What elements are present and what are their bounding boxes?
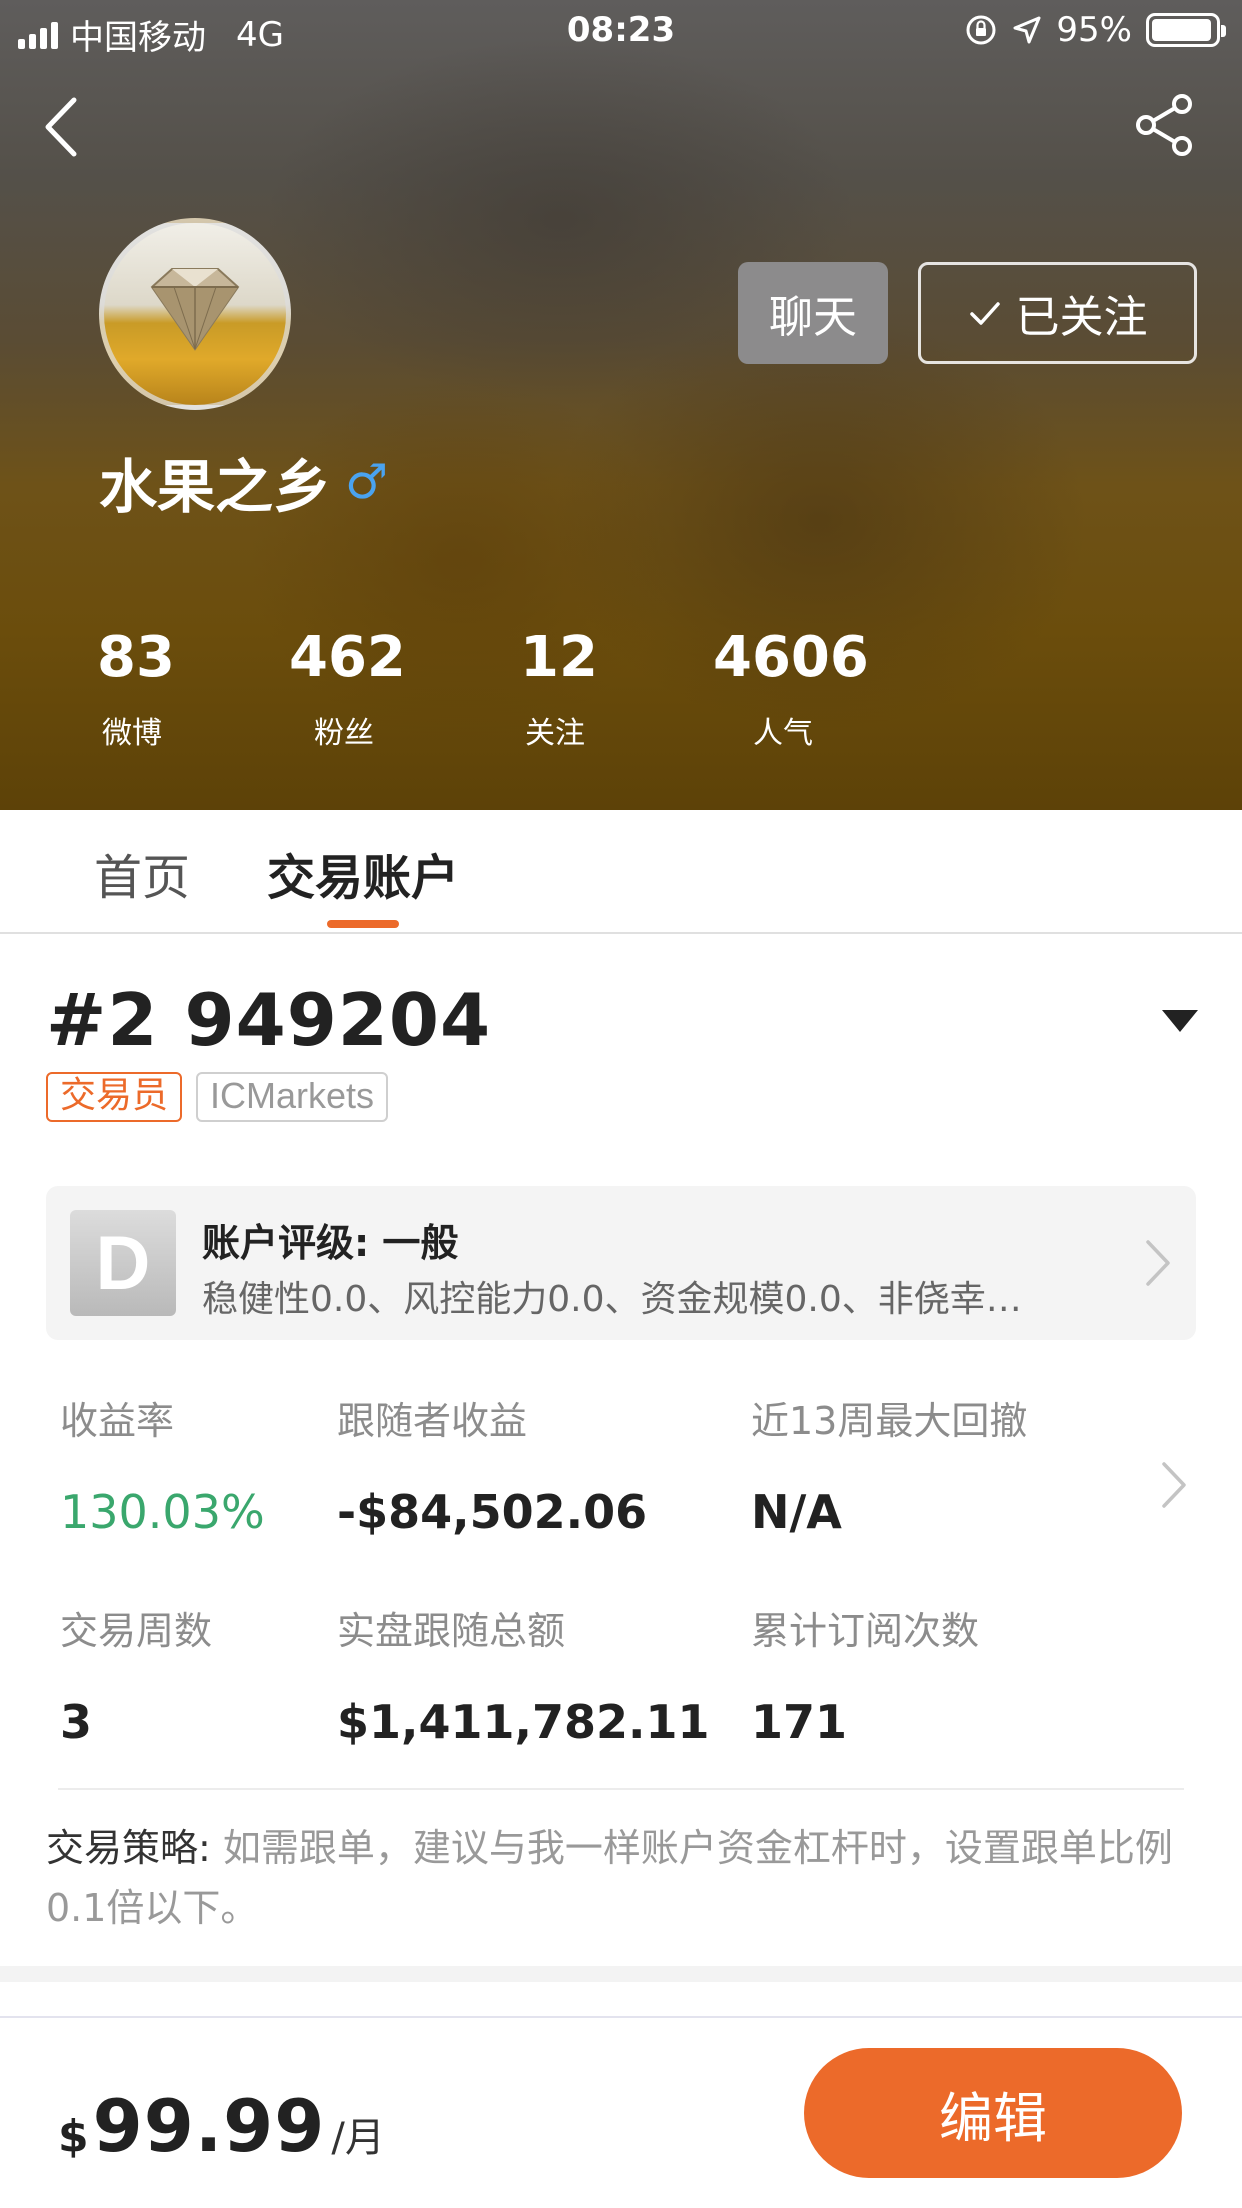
metric-value: N/A [751, 1485, 842, 1539]
orientation-lock-icon [966, 15, 996, 45]
stat-value: 4606 [713, 625, 869, 690]
stat-label: 人气 [753, 716, 813, 751]
broker-tag: ICMarkets [196, 1072, 389, 1122]
metric-label: 近13周最大回撤 [751, 1399, 1028, 1443]
profile-stats: 83 微博 462 粉丝 12 关注 4606 人气 [0, 630, 900, 770]
tab-trading-account[interactable]: 交易账户 [267, 838, 459, 908]
chevron-right-icon[interactable] [1160, 1460, 1188, 1510]
metric-follower-profit: 跟随者收益 -$84,502.06 [337, 1390, 647, 1539]
metric-value: -$84,502.06 [337, 1485, 648, 1539]
status-right: 95% [964, 10, 1226, 50]
metric-label: 收益率 [60, 1399, 175, 1443]
account-tags: 交易员 ICMarkets [46, 1072, 389, 1122]
metric-label: 实盘跟随总额 [337, 1609, 566, 1653]
stat-popularity[interactable]: 4606 人气 [713, 625, 869, 752]
rating-grade-badge: D [70, 1210, 176, 1316]
metric-value: 171 [751, 1695, 848, 1749]
metric-max-drawdown: 近13周最大回撤 N/A [751, 1390, 1027, 1539]
role-tag: 交易员 [46, 1072, 183, 1122]
metric-subscription-count: 累计订阅次数 171 [751, 1600, 979, 1749]
back-arrow-icon[interactable] [38, 92, 88, 162]
metric-return-rate: 收益率 130.03% [60, 1390, 265, 1539]
subscription-price: $ 99.99 /月 [58, 2084, 385, 2168]
stat-label: 粉丝 [314, 716, 374, 751]
stat-value: 12 [520, 625, 598, 690]
metric-trading-weeks: 交易周数 3 [60, 1600, 212, 1749]
tab-home[interactable]: 首页 [94, 838, 190, 908]
stat-label: 微博 [102, 716, 162, 751]
metric-label: 跟随者收益 [337, 1399, 528, 1443]
chevron-right-icon [1146, 1240, 1170, 1286]
metric-label: 累计订阅次数 [751, 1609, 980, 1653]
divider [58, 1788, 1184, 1790]
share-icon[interactable] [1132, 92, 1198, 158]
price-amount: 99.99 [92, 2084, 326, 2168]
status-bar: 中国移动 4G 08:23 95% [0, 0, 1242, 62]
metric-value: 130.03% [60, 1485, 265, 1539]
active-tab-indicator [327, 920, 399, 928]
rating-description: 稳健性0.0、风控能力0.0、资金规模0.0、非侥幸… [202, 1279, 1022, 1320]
price-currency: $ [58, 2111, 89, 2162]
follow-label: 已关注 [1015, 292, 1148, 343]
strategy-text: 如需跟单，建议与我一样账户资金杠杆时，设置跟单比例0.1倍以下。 [46, 1826, 1173, 1930]
battery-icon [1146, 13, 1226, 47]
strategy-label: 交易策略: [46, 1826, 211, 1870]
location-icon [1013, 16, 1041, 44]
bottom-bar: $ 99.99 /月 编辑 [0, 2016, 1242, 2208]
stat-value: 83 [97, 625, 175, 690]
metric-label: 交易周数 [60, 1609, 213, 1653]
trading-strategy: 交易策略: 如需跟单，建议与我一样账户资金杠杆时，设置跟单比例0.1倍以下。 [46, 1818, 1196, 1938]
check-icon [969, 302, 1000, 325]
metric-value: 3 [60, 1695, 93, 1749]
battery-percent: 95% [1056, 10, 1132, 50]
follow-button[interactable]: 已关注 [918, 262, 1197, 364]
stat-label: 关注 [525, 716, 585, 751]
user-name: 水果之乡 ♂ [99, 440, 388, 524]
account-metrics[interactable]: 收益率 130.03% 跟随者收益 -$84,502.06 近13周最大回撤 N… [0, 1390, 1242, 1760]
stat-fans[interactable]: 462 粉丝 [289, 625, 406, 752]
user-name-text: 水果之乡 [99, 453, 332, 521]
rating-title: 账户评级: 一般 [202, 1221, 459, 1265]
stat-weibo[interactable]: 83 微博 [97, 625, 175, 752]
metric-value: $1,411,782.11 [337, 1695, 710, 1749]
section-gap [0, 1966, 1242, 1982]
avatar[interactable] [99, 218, 291, 410]
male-icon: ♂ [345, 454, 389, 510]
battery-fill [1152, 19, 1211, 41]
metric-total-follow-amount: 实盘跟随总额 $1,411,782.11 [337, 1600, 710, 1749]
edit-button[interactable]: 编辑 [804, 2048, 1182, 2178]
stat-following[interactable]: 12 关注 [520, 625, 598, 752]
price-period: /月 [331, 2115, 385, 2161]
stat-value: 462 [289, 625, 406, 690]
account-title: #2 949204 [46, 978, 492, 1062]
caret-down-icon[interactable] [1162, 1010, 1198, 1032]
account-rating-card[interactable]: D 账户评级: 一般 稳健性0.0、风控能力0.0、资金规模0.0、非侥幸… [46, 1186, 1196, 1340]
tab-bar: 首页 交易账户 [0, 810, 1242, 934]
profile-header: 中国移动 4G 08:23 95% 聊天 已关注 水果之乡 ♂ 83 微博 46… [0, 0, 1242, 810]
chat-button[interactable]: 聊天 [738, 262, 888, 364]
diamond-avatar-image [150, 268, 240, 351]
